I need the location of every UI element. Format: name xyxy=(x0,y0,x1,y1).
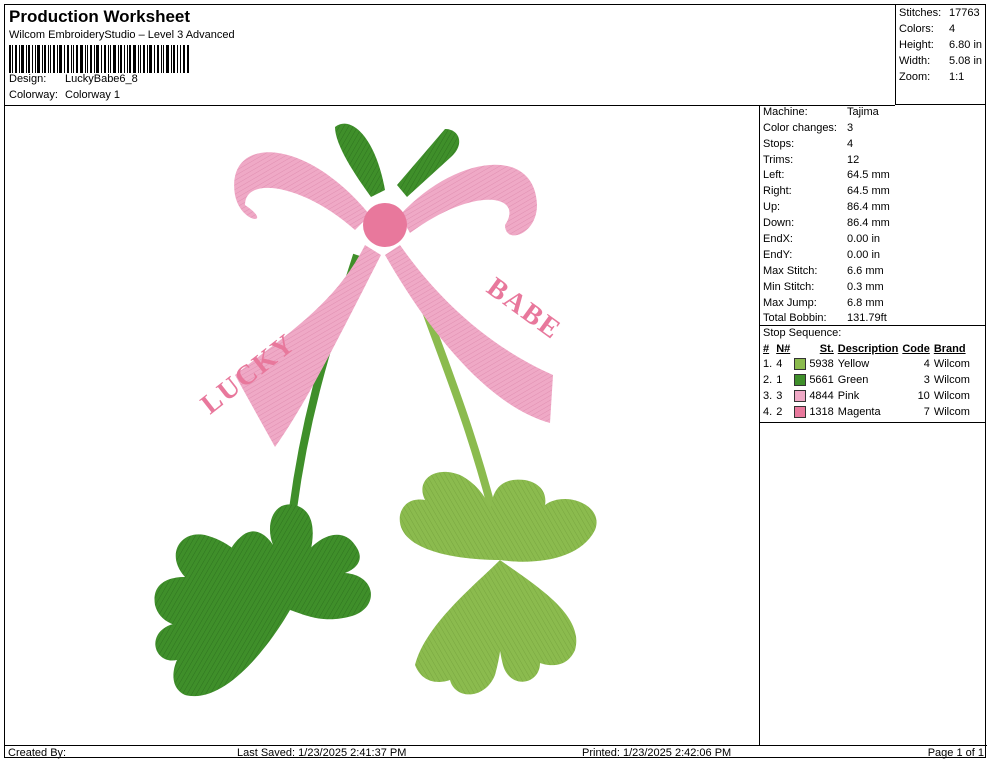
bow-right-tail xyxy=(385,245,553,423)
info-color-changes: Color changes: 3 xyxy=(763,122,854,134)
page-number: Page 1 of 1 xyxy=(927,747,984,759)
footer: Created By: Last Saved: 1/23/2025 2:41:3… xyxy=(5,745,987,760)
col-description: Description xyxy=(837,343,899,355)
info-up: Up: 86.4 mm xyxy=(763,201,890,213)
page-title: Production Worksheet xyxy=(9,7,191,26)
info-max-stitch: Max Stitch: 6.6 mm xyxy=(763,265,884,277)
stop-sequence: Stop Sequence: # N# St. Description Code… xyxy=(760,325,986,423)
colorway-label: Colorway: xyxy=(9,89,58,101)
created-by: Created By: xyxy=(8,747,67,759)
last-saved: Last Saved: 1/23/2025 2:41:37 PM xyxy=(237,747,407,759)
top-leaf-left xyxy=(335,123,385,197)
col-code: Code xyxy=(902,343,930,355)
info-right: Right: 64.5 mm xyxy=(763,185,890,197)
info-endy: EndY: 0.00 in xyxy=(763,249,881,261)
table-row: 3. 3 4844 Pink 10 Wilcom xyxy=(763,389,970,403)
info-endx: EndX: 0.00 in xyxy=(763,233,881,245)
stat-width: Width: 5.08 in xyxy=(899,55,983,67)
stat-height: Height: 6.80 in xyxy=(899,39,983,51)
stop-sequence-table: # N# St. Description Code Brand 1. 4 593… xyxy=(761,342,972,420)
table-row: 2. 1 5661 Green 3 Wilcom xyxy=(763,373,970,387)
clover-dark xyxy=(154,504,372,697)
col-brand: Brand xyxy=(933,343,966,355)
info-down: Down: 86.4 mm xyxy=(763,217,890,229)
barcode xyxy=(9,45,189,73)
machine-info-panel: Machine: Tajima Color changes: 3 Stops: 4 T… xyxy=(759,105,986,745)
stat-stitches: Stitches: 17763 xyxy=(899,7,980,19)
info-trims: Trims: 12 xyxy=(763,154,860,166)
info-left: Left: 64.5 mm xyxy=(763,169,890,181)
design-preview: LUCKY BABE xyxy=(5,105,759,745)
info-machine: Machine: Tajima xyxy=(763,106,879,118)
color-swatch xyxy=(794,390,807,403)
info-total-bobbin: Total Bobbin: 131.79ft xyxy=(763,312,887,324)
printed-date: Printed: 1/23/2025 2:42:06 PM xyxy=(582,747,732,759)
embroidery-design: LUCKY BABE xyxy=(154,123,597,697)
col-stitches: St. xyxy=(819,343,834,355)
design-row: Design: LuckyBabe6_8 xyxy=(9,73,138,85)
worksheet-frame: Production Worksheet Wilcom EmbroiderySt… xyxy=(4,4,987,760)
col-needle: N# xyxy=(776,343,791,355)
design-label: Design: xyxy=(9,73,47,85)
colorway-value: Colorway 1 xyxy=(65,89,121,101)
color-swatch xyxy=(794,374,807,387)
babe-text: BABE xyxy=(481,272,567,347)
worksheet-header: Production Worksheet Wilcom EmbroiderySt… xyxy=(5,5,895,106)
stat-colors: Colors: 4 xyxy=(899,23,956,35)
info-stops: Stops: 4 xyxy=(763,138,854,150)
bow-knot xyxy=(363,203,407,247)
stats-panel: Stitches: 17763 Colors: 4 Height: 6.80 in W… xyxy=(895,5,986,105)
color-swatch xyxy=(794,406,807,419)
col-index: # xyxy=(763,343,770,355)
table-header: # N# St. Description Code Brand xyxy=(761,342,972,356)
stop-sequence-title: Stop Sequence: xyxy=(763,327,842,339)
design-value: LuckyBabe6_8 xyxy=(65,73,138,85)
color-swatch xyxy=(794,358,807,371)
info-max-jump: Max Jump: 6.8 mm xyxy=(763,297,884,309)
table-row: 1. 4 5938 Yellow 4 Wilcom xyxy=(763,357,970,371)
colorway-row: Colorway: Colorway 1 xyxy=(9,89,120,101)
software-name: Wilcom EmbroideryStudio – Level 3 Advanc… xyxy=(9,29,235,41)
table-row: 4. 2 1318 Magenta 7 Wilcom xyxy=(763,405,970,419)
stat-zoom: Zoom: 1:1 xyxy=(899,71,965,83)
info-min-stitch: Min Stitch: 0.3 mm xyxy=(763,281,884,293)
clover-light xyxy=(399,471,597,695)
